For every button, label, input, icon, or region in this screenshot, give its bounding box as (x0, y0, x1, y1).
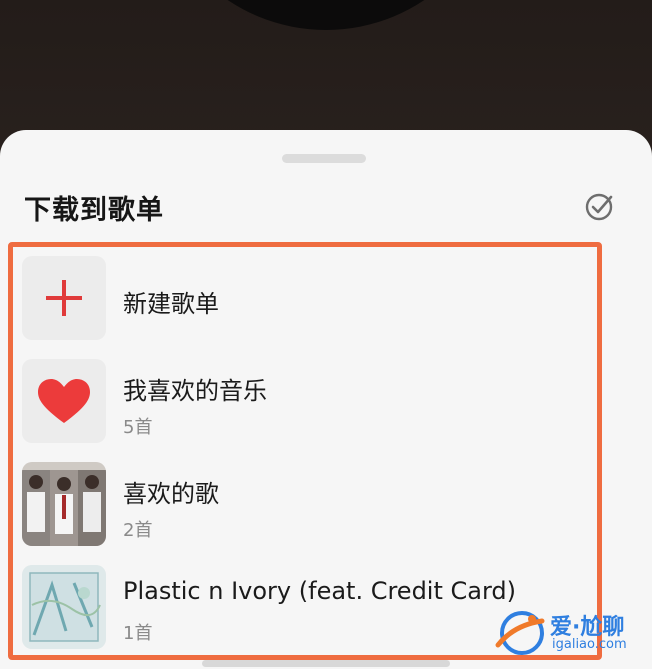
playlist-title: 我喜欢的音乐 (123, 377, 267, 405)
watermark-logo-icon (495, 611, 545, 655)
playlist-title: 新建歌单 (123, 290, 219, 318)
playlist-cover-art (22, 565, 106, 649)
playlist-item-liked-songs[interactable]: 喜欢的歌 2首 (0, 462, 652, 565)
playlist-title: Plastic n Ivory (feat. Credit Card) (123, 577, 517, 605)
check-circle-icon[interactable] (584, 190, 618, 224)
sheet-title: 下载到歌单 (24, 195, 164, 226)
playlist-song-count: 2首 (123, 520, 153, 541)
plus-icon (22, 256, 106, 340)
playlist-item-new[interactable]: 新建歌单 (0, 256, 652, 359)
playlist-song-count: 5首 (123, 417, 153, 438)
home-indicator (202, 660, 450, 667)
playlist-title: 喜欢的歌 (123, 480, 219, 508)
site-watermark: 爱·尬聊 igaliao.com (492, 607, 642, 659)
heart-icon (22, 359, 106, 443)
download-to-playlist-sheet: 下载到歌单 新建歌单 我喜欢的音乐 5首 喜欢的歌 2首 Plastic n I… (0, 130, 652, 669)
playlist-song-count: 1首 (123, 623, 153, 644)
watermark-url: igaliao.com (552, 637, 627, 652)
sheet-drag-handle[interactable] (282, 154, 366, 163)
playlist-item-favorites[interactable]: 我喜欢的音乐 5首 (0, 359, 652, 462)
playlist-cover-photo (22, 462, 106, 546)
